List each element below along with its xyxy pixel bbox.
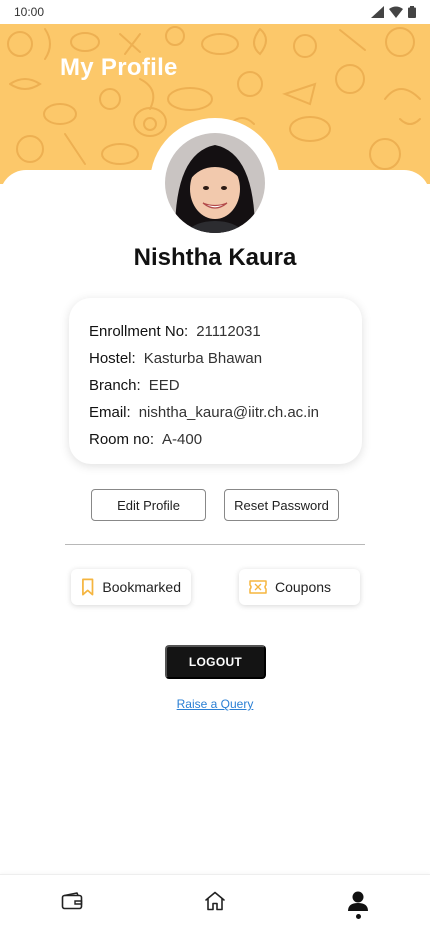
coupons-button[interactable]: Coupons: [239, 569, 360, 605]
profile-sheet: [0, 170, 430, 890]
nav-profile[interactable]: [346, 889, 370, 913]
bookmarked-label: Bookmarked: [102, 579, 181, 595]
info-row-hostel: Hostel: Kasturba Bhawan: [89, 345, 342, 372]
bottom-nav: [0, 874, 430, 932]
raise-query-link[interactable]: Raise a Query: [0, 697, 430, 711]
signal-icon: [371, 6, 384, 18]
profile-icon: [348, 891, 368, 911]
status-bar: 10:00: [0, 0, 430, 24]
page-title: My Profile: [60, 54, 178, 81]
info-label: Room no:: [89, 431, 155, 448]
divider: [65, 544, 365, 545]
wallet-icon: [61, 892, 83, 910]
nav-active-indicator: [356, 914, 361, 919]
info-row-room: Room no: A-400: [89, 426, 342, 453]
info-row-email: Email: nishtha_kaura@iitr.ch.ac.in: [89, 399, 342, 426]
edit-profile-button[interactable]: Edit Profile: [91, 489, 206, 521]
info-label: Branch:: [89, 377, 141, 394]
wifi-icon: [389, 6, 403, 18]
info-value: EED: [148, 377, 180, 394]
info-row-enrollment: Enrollment No: 21112031: [89, 318, 342, 345]
nav-wallet[interactable]: [60, 889, 84, 913]
reset-password-button[interactable]: Reset Password: [224, 489, 339, 521]
avatar[interactable]: [165, 133, 265, 233]
bookmark-icon: [82, 578, 94, 596]
coupons-label: Coupons: [275, 579, 332, 595]
profile-info-card: Enrollment No: 21112031 Hostel: Kasturba…: [69, 298, 362, 464]
logout-button[interactable]: LOGOUT: [165, 645, 266, 679]
coupon-icon: [249, 580, 267, 594]
nav-home[interactable]: [203, 889, 227, 913]
battery-icon: [408, 6, 416, 18]
info-value: A-400: [162, 431, 203, 448]
bookmarked-button[interactable]: Bookmarked: [71, 569, 191, 605]
user-name: Nishtha Kaura: [133, 244, 297, 271]
info-label: Hostel:: [89, 350, 136, 367]
info-label: Email:: [89, 404, 131, 421]
info-value: 21112031: [196, 323, 261, 340]
status-time: 10:00: [14, 5, 45, 19]
home-icon: [205, 891, 225, 911]
avatar-ring: [150, 118, 280, 248]
info-value: Kasturba Bhawan: [143, 350, 263, 367]
info-label: Enrollment No:: [89, 323, 189, 340]
status-icons: [371, 6, 416, 18]
avatar-photo: [165, 133, 265, 233]
info-value: nishtha_kaura@iitr.ch.ac.in: [138, 404, 320, 421]
info-row-branch: Branch: EED: [89, 372, 342, 399]
